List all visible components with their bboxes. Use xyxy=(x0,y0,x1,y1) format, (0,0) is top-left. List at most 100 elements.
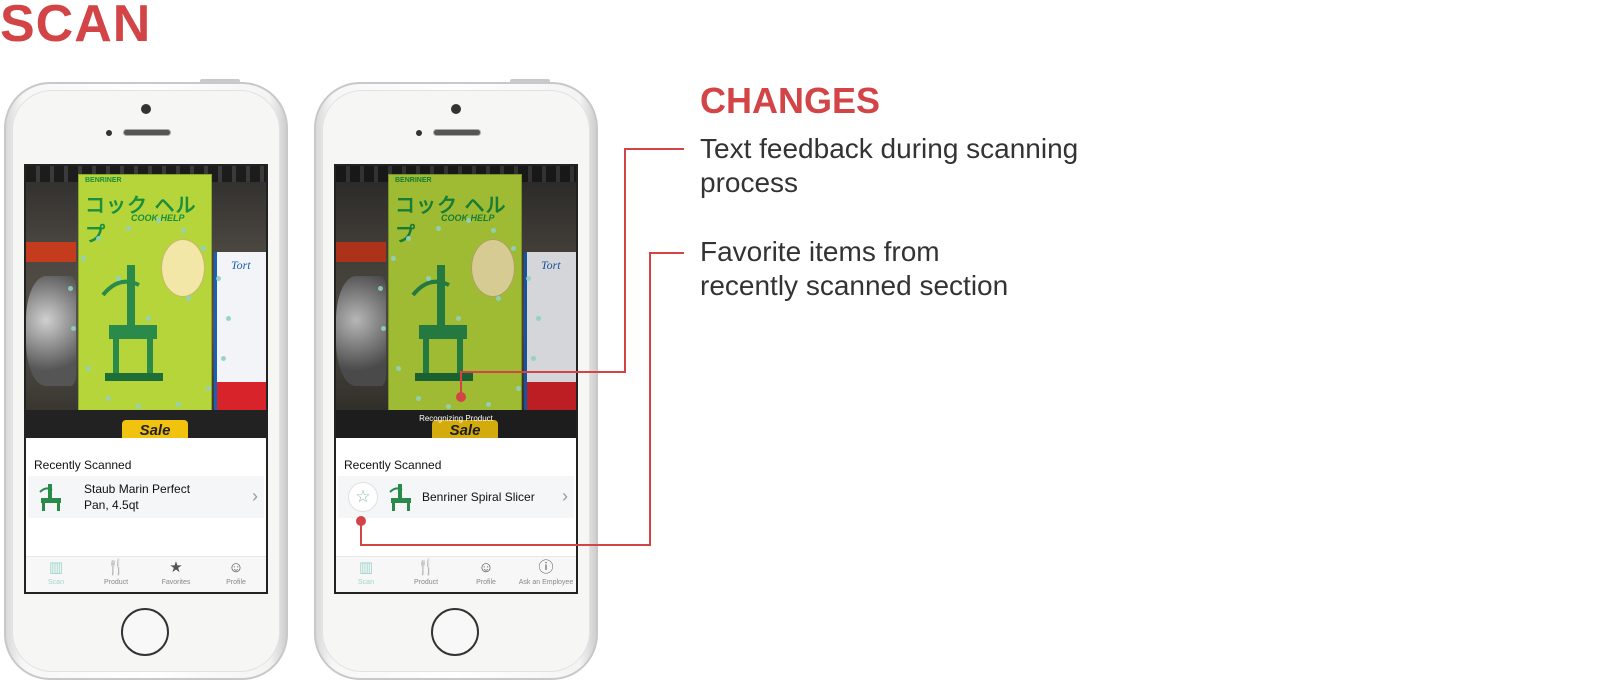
phone1-screen: BENRINER コック ヘルプ COOK HELP Tort Sale Rec… xyxy=(24,164,268,594)
scan-dot xyxy=(531,356,536,361)
changes-heading: CHANGES xyxy=(700,80,881,121)
barcode-icon: ▥ xyxy=(358,559,374,576)
box-brand: BENRINER xyxy=(85,177,122,184)
scan-dot xyxy=(146,316,151,321)
scan-dot xyxy=(456,316,461,321)
product-left-edge xyxy=(26,242,76,262)
product-thumbnail xyxy=(389,484,411,511)
scan-dot xyxy=(436,226,441,231)
scan-dot xyxy=(378,286,383,291)
scan-dot xyxy=(96,236,101,241)
scan-dot xyxy=(156,218,161,223)
tab-favorites[interactable]: ★ Favorites xyxy=(146,557,206,592)
scan-status-text: Recognizing Product xyxy=(419,414,493,423)
proximity-sensor xyxy=(106,130,112,136)
tab-scan[interactable]: ▥ Scan xyxy=(336,557,396,592)
chevron-right-icon: › xyxy=(562,486,568,506)
change-item-2-line1: Favorite items from xyxy=(700,236,940,267)
power-button xyxy=(200,79,240,83)
front-camera xyxy=(141,104,151,114)
scan-dot xyxy=(81,256,86,261)
scan-dot xyxy=(216,276,221,281)
scan-dot xyxy=(116,276,121,281)
change-item-2: Favorite items from recently scanned sec… xyxy=(700,235,1008,303)
tab-favorites-label: Favorites xyxy=(161,579,191,586)
tab-bar: ▥ Scan 🍴 Product ★ Favorites ☺ Profile xyxy=(26,556,266,592)
scan-dot xyxy=(486,402,491,407)
scan-dot xyxy=(186,296,191,301)
scan-dot xyxy=(491,228,496,233)
change-item-2-line2: recently scanned section xyxy=(700,270,1009,301)
scan-dot xyxy=(68,286,73,291)
tab-product-label: Product xyxy=(413,579,439,586)
scan-dot xyxy=(496,296,501,301)
star-icon: ★ xyxy=(169,559,183,576)
proximity-sensor xyxy=(416,130,422,136)
home-button[interactable] xyxy=(121,608,169,656)
tab-profile[interactable]: ☺ Profile xyxy=(206,557,266,592)
utensils-icon: 🍴 xyxy=(106,559,126,576)
tab-product[interactable]: 🍴 Product xyxy=(396,557,456,592)
tab-product-label: Product xyxy=(103,579,129,586)
favorite-star-icon[interactable]: ☆ xyxy=(348,482,378,512)
recent-item-row[interactable]: Staub Marin Perfect Pan, 4.5qt › xyxy=(28,476,264,518)
recent-item-name-line2: Pan, 4.5qt xyxy=(84,498,139,512)
scan-dot xyxy=(71,326,76,331)
scan-dot xyxy=(126,226,131,231)
scan-dot xyxy=(406,236,411,241)
barcode-icon: ▥ xyxy=(48,559,64,576)
chevron-right-icon: › xyxy=(252,486,258,506)
scan-dot xyxy=(511,246,516,251)
tab-ask-employee[interactable]: ⓘ Ask an Employee xyxy=(516,557,576,592)
tab-profile-label: Profile xyxy=(226,579,246,586)
scan-dot xyxy=(426,276,431,281)
recent-item-name-line1: Staub Marin Perfect xyxy=(84,482,191,496)
side-box-label: Tort xyxy=(231,258,251,272)
box-photo xyxy=(161,239,205,297)
front-camera xyxy=(451,104,461,114)
recent-item-name: Staub Marin Perfect Pan, 4.5qt xyxy=(84,481,190,513)
page-title: SCAN xyxy=(0,0,152,53)
scan-dot xyxy=(201,246,206,251)
scan-dot xyxy=(516,386,521,391)
scan-dot xyxy=(526,276,531,281)
recently-scanned-heading: Recently Scanned xyxy=(344,458,442,472)
earpiece-speaker xyxy=(433,129,481,136)
change-item-1-line2: process xyxy=(700,167,799,198)
side-product-box: Tort xyxy=(214,252,266,410)
scan-dot xyxy=(381,326,386,331)
tab-scan-label: Scan xyxy=(358,579,374,586)
profile-icon: ☺ xyxy=(228,559,244,576)
profile-icon: ☺ xyxy=(478,559,494,576)
scan-dot xyxy=(176,402,181,407)
scan-dot xyxy=(206,386,211,391)
scan-dot xyxy=(221,356,226,361)
tab-product[interactable]: 🍴 Product xyxy=(86,557,146,592)
utensils-icon: 🍴 xyxy=(416,559,436,576)
tab-profile[interactable]: ☺ Profile xyxy=(456,557,516,592)
camera-viewfinder[interactable]: BENRINER コック ヘルプ COOK HELP Tort Sale xyxy=(26,166,266,438)
recently-scanned-section: Recently Scanned Staub Marin Perfect Pan… xyxy=(26,438,266,556)
scan-dot xyxy=(106,396,111,401)
scan-dot xyxy=(536,316,541,321)
tab-profile-label: Profile xyxy=(476,579,496,586)
scan-dot xyxy=(396,366,401,371)
recent-item-row[interactable]: ☆ Benriner Spiral Slicer › xyxy=(338,476,574,518)
mixer-product xyxy=(26,276,76,386)
change-item-1: Text feedback during scanning process xyxy=(700,132,1078,200)
question-icon: ⓘ xyxy=(538,559,554,576)
camera-viewfinder[interactable]: BENRINER コック ヘルプ COOK HELP Tort Sale Rec… xyxy=(336,166,576,438)
tab-scan-label: Scan xyxy=(48,579,64,586)
scan-dot xyxy=(391,256,396,261)
home-button[interactable] xyxy=(431,608,479,656)
power-button xyxy=(510,79,550,83)
scan-dot xyxy=(416,396,421,401)
scan-dot xyxy=(136,404,141,409)
tab-scan[interactable]: ▥ Scan xyxy=(26,557,86,592)
scan-dot xyxy=(181,228,186,233)
phone2-screen: BENRINER コック ヘルプ COOK HELP Tort Sale Rec… xyxy=(334,164,578,594)
slicer-illustration xyxy=(101,265,163,381)
earpiece-speaker xyxy=(123,129,171,136)
recently-scanned-section: Recently Scanned ☆ Benriner Spiral Slice… xyxy=(336,438,576,556)
sale-tag: Sale xyxy=(122,420,188,438)
